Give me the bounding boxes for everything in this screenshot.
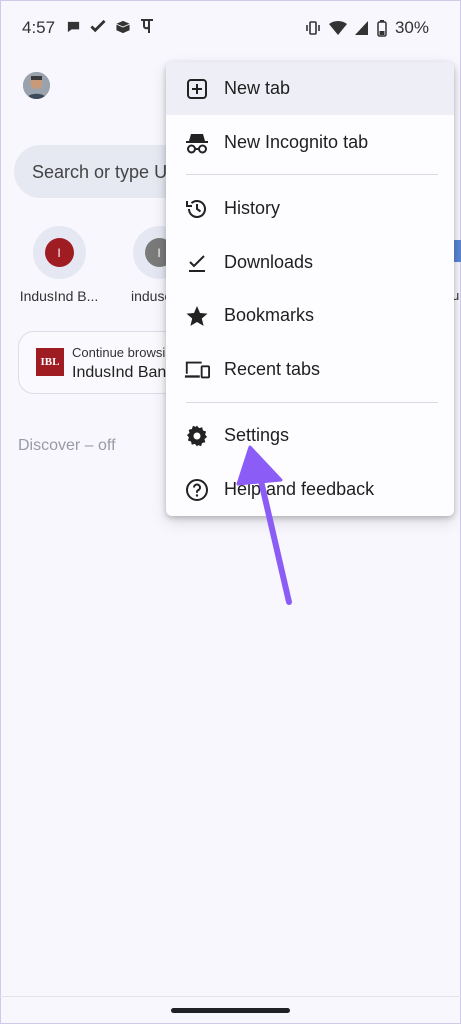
vibrate-icon — [305, 20, 321, 36]
menu-divider — [186, 402, 438, 403]
chat-bubble-icon — [66, 19, 81, 34]
incognito-icon — [184, 130, 210, 156]
menu-item-history[interactable]: History — [166, 182, 454, 235]
menu-item-downloads[interactable]: Downloads — [166, 236, 454, 289]
box-icon — [115, 19, 131, 34]
menu-item-label: Help and feedback — [224, 479, 375, 499]
shortcut-edge-icon — [453, 240, 461, 262]
check-icon — [90, 19, 106, 34]
menu-item-label: Settings — [224, 425, 290, 445]
shortcut-label: IndusInd B... — [19, 288, 99, 304]
menu-item-settings[interactable]: Settings — [166, 409, 454, 462]
history-icon — [184, 196, 210, 222]
menu-item-recent-tabs[interactable]: Recent tabs — [166, 343, 454, 396]
continue-subtitle: Continue browsing — [72, 345, 180, 360]
help-icon — [184, 477, 210, 503]
shortcut-icon-container: I — [32, 226, 86, 279]
menu-item-bookmarks[interactable]: Bookmarks — [166, 289, 454, 342]
battery-percent: 30% — [394, 18, 429, 37]
status-time: 4:57 — [22, 18, 56, 37]
star-icon — [184, 303, 210, 329]
phonepe-icon — [140, 18, 154, 34]
menu-item-label: Recent tabs — [224, 359, 321, 379]
menu-item-new-incognito-tab[interactable]: New Incognito tab — [166, 116, 454, 169]
nav-divider — [0, 996, 461, 997]
shortcut-tile-indusind[interactable]: I IndusInd B... — [14, 226, 104, 304]
menu-item-label: New Incognito tab — [224, 132, 369, 152]
menu-divider — [186, 174, 438, 175]
battery-icon — [377, 19, 387, 37]
menu-item-label: Bookmarks — [224, 305, 315, 325]
menu-item-new-tab[interactable]: New tab — [166, 62, 454, 115]
gesture-nav-handle[interactable] — [171, 1008, 290, 1013]
menu-item-help-and-feedback[interactable]: Help and feedback — [166, 463, 454, 516]
devices-icon — [184, 357, 210, 383]
discover-label[interactable]: Discover – off — [18, 437, 116, 455]
gear-icon — [184, 423, 210, 449]
profile-avatar[interactable] — [23, 72, 50, 99]
shortcut-initial: I — [44, 238, 74, 267]
signal-icon — [354, 20, 369, 36]
wifi-icon — [328, 20, 347, 36]
status-bar: 4:57 30% — [0, 0, 461, 56]
continue-title: IndusInd Bank — [72, 364, 175, 381]
menu-item-label: History — [224, 198, 281, 218]
new-tab-icon — [184, 76, 210, 102]
menu-item-label: Downloads — [224, 252, 314, 272]
downloads-icon — [184, 250, 210, 276]
menu-item-label: New tab — [224, 78, 291, 98]
indusind-logo: IBL — [36, 348, 64, 376]
overflow-menu: New tab New Incognito tab History Downlo… — [166, 62, 454, 516]
